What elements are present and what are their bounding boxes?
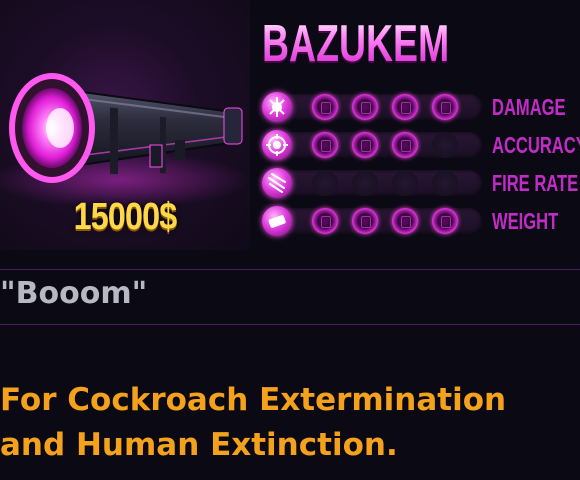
- weight-icon: [262, 206, 292, 236]
- stat-pip-filled: [392, 94, 418, 120]
- stat-pip-filled: [392, 208, 418, 234]
- projectiles-icon: [262, 168, 292, 198]
- stat-label: DAMAGE: [492, 94, 566, 120]
- stat-pip-filled: [352, 94, 378, 120]
- stat-pip-filled: [352, 208, 378, 234]
- stat-pip-empty: [432, 132, 458, 158]
- stat-pip-empty: [432, 170, 458, 196]
- stat-pip-empty: [312, 170, 338, 196]
- stat-row-accuracy: ACCURACY: [262, 130, 580, 160]
- weapon-quote: "Booom": [0, 276, 148, 311]
- stat-pip-filled: [312, 208, 338, 234]
- stat-pip-filled: [392, 132, 418, 158]
- weapon-card[interactable]: 15000$: [0, 0, 250, 250]
- weapon-description: For Cockroach Extermination and Human Ex…: [0, 378, 580, 468]
- stat-pip-empty: [392, 170, 418, 196]
- price-label: 15000$: [73, 196, 178, 238]
- stat-row-fire-rate: FIRE RATE: [262, 168, 580, 198]
- stat-label: FIRE RATE: [492, 170, 579, 196]
- stat-pip-empty: [352, 170, 378, 196]
- stat-label: WEIGHT: [492, 208, 559, 234]
- weapon-title: BAZUKEM: [262, 15, 450, 73]
- stat-label: ACCURACY: [492, 132, 580, 158]
- stat-pip-filled: [352, 132, 378, 158]
- stat-pip-filled: [432, 208, 458, 234]
- stat-pip-filled: [312, 132, 338, 158]
- explosion-icon: [262, 92, 292, 122]
- divider-bottom: [0, 324, 580, 325]
- stat-pip-filled: [312, 94, 338, 120]
- stat-row-weight: WEIGHT: [262, 206, 580, 236]
- crosshair-icon: [262, 130, 292, 160]
- stat-row-damage: DAMAGE: [262, 92, 580, 122]
- stat-pip-filled: [432, 94, 458, 120]
- description-line: and Human Extinction.: [0, 427, 398, 463]
- divider-top: [0, 269, 580, 270]
- description-line: For Cockroach Extermination: [0, 382, 507, 418]
